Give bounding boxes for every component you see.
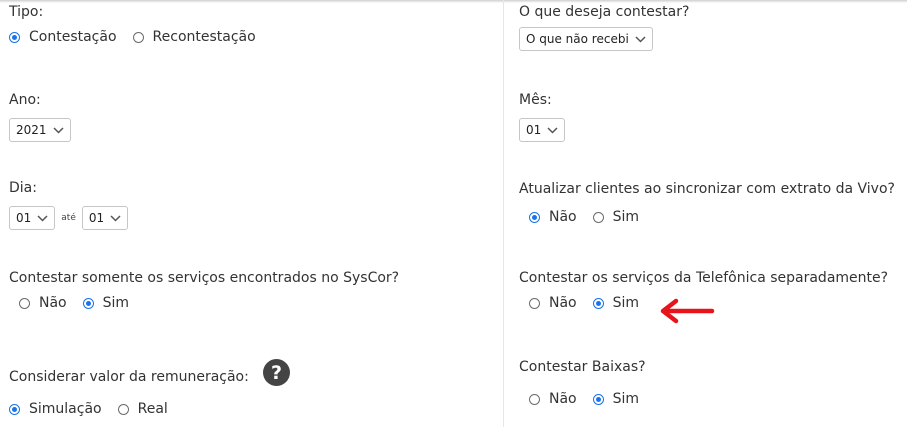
radio-label: Simulação — [29, 401, 102, 417]
atualizar-label: Atualizar clientes ao sincronizar com ex… — [519, 181, 895, 197]
radio-button[interactable] — [529, 393, 540, 405]
question-circle-icon[interactable]: ? — [263, 359, 290, 386]
red-arrow-icon — [660, 298, 715, 324]
baixas-option-nao[interactable]: Não — [529, 391, 577, 407]
radio-button[interactable] — [9, 31, 20, 43]
baixas-radio-group: Não Sim — [529, 391, 655, 407]
remuneracao-radio-group: Simulação Real — [9, 401, 249, 417]
telefonica-option-nao[interactable]: Não — [529, 295, 577, 311]
dia-range: 01 até 01 — [9, 206, 129, 230]
chevron-down-icon — [547, 126, 558, 134]
mes-select[interactable]: 01 — [519, 118, 566, 142]
radio-button[interactable] — [529, 297, 540, 309]
chevron-down-icon — [635, 35, 646, 43]
radio-button[interactable] — [82, 297, 94, 309]
radio-button[interactable] — [9, 403, 20, 415]
atualizar-radio-group: Não Sim — [529, 209, 895, 225]
atualizar-field: Atualizar clientes ao sincronizar com ex… — [519, 181, 895, 225]
radio-label: Sim — [102, 295, 130, 311]
radio-label: Sim — [612, 209, 640, 225]
tipo-radio-group: Contestação Recontestação — [9, 29, 272, 45]
mes-field: Mês: 01 — [519, 92, 566, 142]
telefonica-option-sim[interactable]: Sim — [592, 295, 640, 311]
ano-select[interactable]: 2021 — [9, 118, 71, 142]
dia-separator: até — [61, 213, 76, 223]
chevron-down-icon — [53, 126, 64, 134]
contestar-select-value: O que não recebi — [526, 32, 629, 46]
telefonica-label: Contestar os serviços da Telefônica sepa… — [519, 270, 889, 286]
radio-button[interactable] — [19, 297, 30, 309]
remuneracao-label: Considerar valor da remuneração: — [9, 369, 249, 385]
remuneracao-field: Considerar valor da remuneração: Simulaç… — [9, 369, 249, 417]
tipo-option-contestacao[interactable]: Contestação — [9, 29, 117, 45]
radio-label: Sim — [612, 295, 640, 311]
tipo-field: Tipo: Contestação Recontestação — [9, 4, 272, 45]
ano-label: Ano: — [9, 92, 41, 108]
chevron-down-icon — [37, 214, 48, 222]
radio-button[interactable] — [592, 297, 604, 309]
chevron-down-icon — [110, 214, 121, 222]
ano-select-value: 2021 — [16, 123, 47, 137]
radio-button[interactable] — [117, 403, 129, 415]
contestar-field: O que deseja contestar? O que não recebi — [519, 4, 689, 51]
dia-from-select[interactable]: 01 — [9, 206, 56, 230]
top-shadow — [0, 0, 907, 3]
radio-label: Real — [137, 401, 168, 417]
radio-label: Contestação — [29, 29, 117, 45]
dia-field: Dia: 01 até 01 — [9, 180, 129, 230]
radio-button[interactable] — [592, 211, 604, 223]
tipo-label: Tipo: — [9, 4, 44, 20]
radio-button[interactable] — [529, 211, 540, 223]
column-divider — [503, 0, 504, 427]
radio-label: Sim — [612, 391, 640, 407]
syscor-field: Contestar somente os serviços encontrado… — [9, 270, 399, 311]
tipo-option-recontestacao[interactable]: Recontestação — [132, 29, 256, 45]
atualizar-option-nao[interactable]: Não — [529, 209, 577, 225]
dia-label: Dia: — [9, 180, 37, 196]
mes-label: Mês: — [519, 92, 552, 108]
mes-select-value: 01 — [526, 123, 542, 137]
syscor-label: Contestar somente os serviços encontrado… — [9, 270, 400, 286]
radio-label: Não — [549, 391, 577, 407]
radio-label: Não — [549, 295, 577, 311]
contestar-select[interactable]: O que não recebi — [519, 27, 653, 51]
syscor-option-sim[interactable]: Sim — [82, 295, 130, 311]
dia-from-value: 01 — [16, 211, 32, 225]
atualizar-option-sim[interactable]: Sim — [592, 209, 640, 225]
remuneracao-option-real[interactable]: Real — [117, 401, 168, 417]
baixas-field: Contestar Baixas? Não Sim — [519, 359, 655, 407]
baixas-label: Contestar Baixas? — [519, 359, 646, 375]
dia-to-select[interactable]: 01 — [81, 206, 129, 230]
syscor-option-nao[interactable]: Não — [19, 295, 67, 311]
contestar-label: O que deseja contestar? — [519, 4, 690, 20]
ano-field: Ano: 2021 — [9, 92, 71, 142]
baixas-option-sim[interactable]: Sim — [592, 391, 640, 407]
dia-to-value: 01 — [88, 211, 105, 225]
radio-label: Não — [549, 209, 577, 225]
radio-button[interactable] — [592, 393, 604, 405]
radio-button[interactable] — [132, 31, 144, 43]
radio-label: Recontestação — [152, 29, 256, 45]
remuneracao-option-simulacao[interactable]: Simulação — [9, 401, 102, 417]
radio-label: Não — [39, 295, 67, 311]
syscor-radio-group: Não Sim — [19, 295, 399, 311]
